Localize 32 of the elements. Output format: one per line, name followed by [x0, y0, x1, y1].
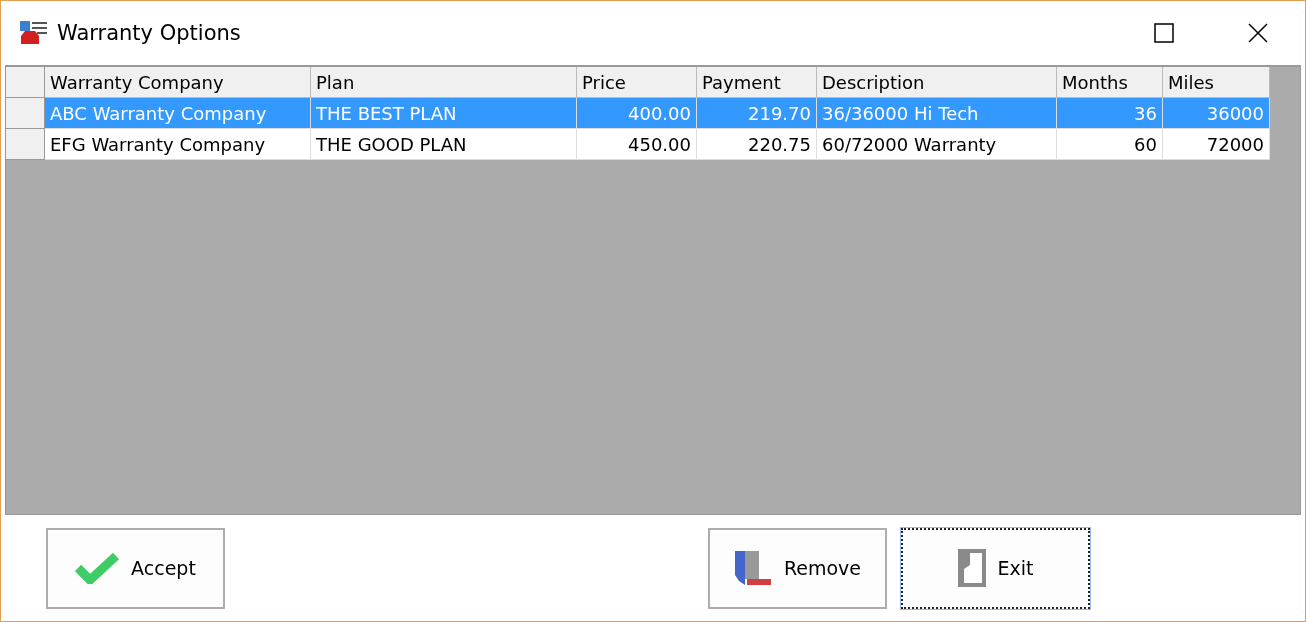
table-cell: 60/72000 Warranty	[817, 129, 1057, 160]
column-header[interactable]: Payment	[697, 67, 817, 98]
maximize-icon	[1154, 23, 1174, 43]
column-header[interactable]: Warranty Company	[45, 67, 311, 98]
table-cell: THE GOOD PLAN	[311, 129, 577, 160]
table-cell: 220.75	[697, 129, 817, 160]
column-header[interactable]: Months	[1057, 67, 1163, 98]
check-icon	[75, 552, 120, 584]
remove-button[interactable]: Remove	[708, 527, 887, 609]
table-cell: ABC Warranty Company	[45, 98, 311, 129]
column-header[interactable]: Plan	[311, 67, 577, 98]
table-cell: 400.00	[577, 98, 697, 129]
column-header[interactable]: Description	[817, 67, 1057, 98]
table-cell: 36000	[1163, 98, 1270, 129]
exit-button[interactable]: Exit	[901, 527, 1090, 609]
table-cell: EFG Warranty Company	[45, 129, 311, 160]
column-header[interactable]: Price	[577, 67, 697, 98]
table-cell: THE BEST PLAN	[311, 98, 577, 129]
table-cell: 72000	[1163, 129, 1270, 160]
table-cell: 60	[1057, 129, 1163, 160]
row-header[interactable]	[6, 129, 45, 160]
window-title: Warranty Options	[57, 21, 242, 45]
car-app-icon	[19, 20, 49, 46]
table-cell: 36/36000 Hi Tech	[817, 98, 1057, 129]
table-cell: 450.00	[577, 129, 697, 160]
table-cell: 219.70	[697, 98, 817, 129]
close-icon	[1248, 23, 1268, 43]
table-cell: 36	[1057, 98, 1163, 129]
door-icon	[957, 549, 986, 587]
column-header[interactable]: Miles	[1163, 67, 1270, 98]
accept-button[interactable]: Accept	[46, 527, 225, 609]
row-header[interactable]	[6, 98, 45, 129]
